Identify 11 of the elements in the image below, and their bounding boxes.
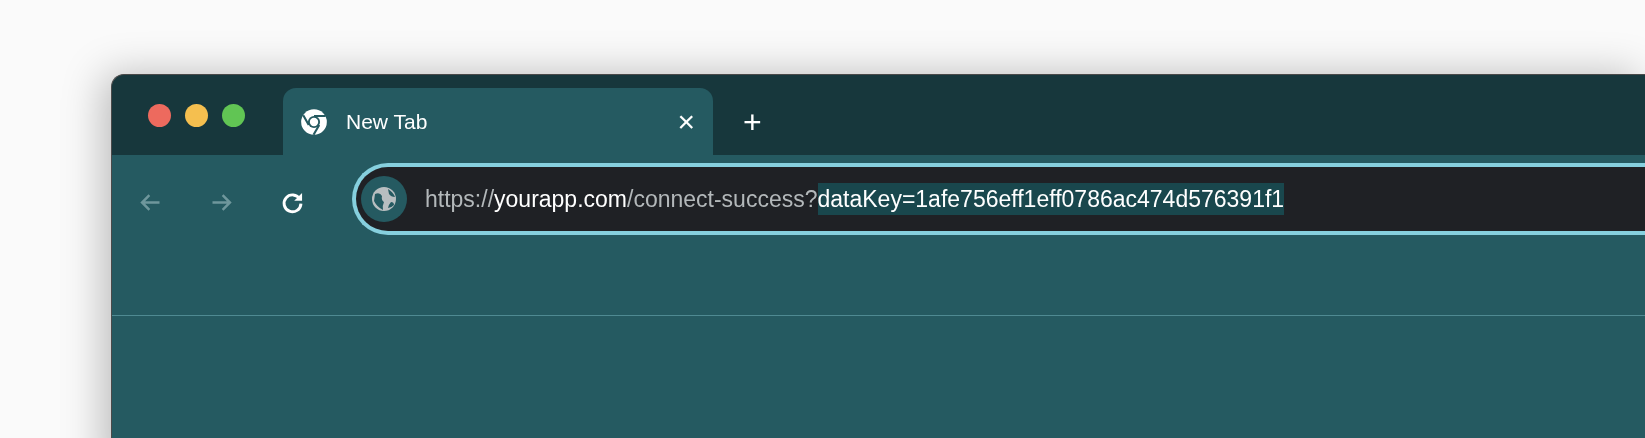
url-text: https://yourapp.com/connect-success?dataKey=1afe756eff1eff0786ac474d576391f1 <box>425 185 1285 213</box>
browser-logo-icon <box>300 107 328 136</box>
close-tab-button[interactable]: × <box>677 106 695 137</box>
new-tab-button[interactable]: + <box>743 105 762 138</box>
window-minimize-button[interactable] <box>185 104 208 127</box>
browser-tab[interactable]: New Tab × <box>283 88 713 155</box>
globe-icon[interactable] <box>360 175 408 223</box>
window-zoom-button[interactable] <box>222 104 245 127</box>
address-bar[interactable]: https://yourapp.com/connect-success?dataKey=1afe756eff1eff0786ac474d576391f1 <box>352 163 1645 235</box>
window-close-button[interactable] <box>148 104 171 127</box>
tab-title: New Tab <box>346 109 429 134</box>
